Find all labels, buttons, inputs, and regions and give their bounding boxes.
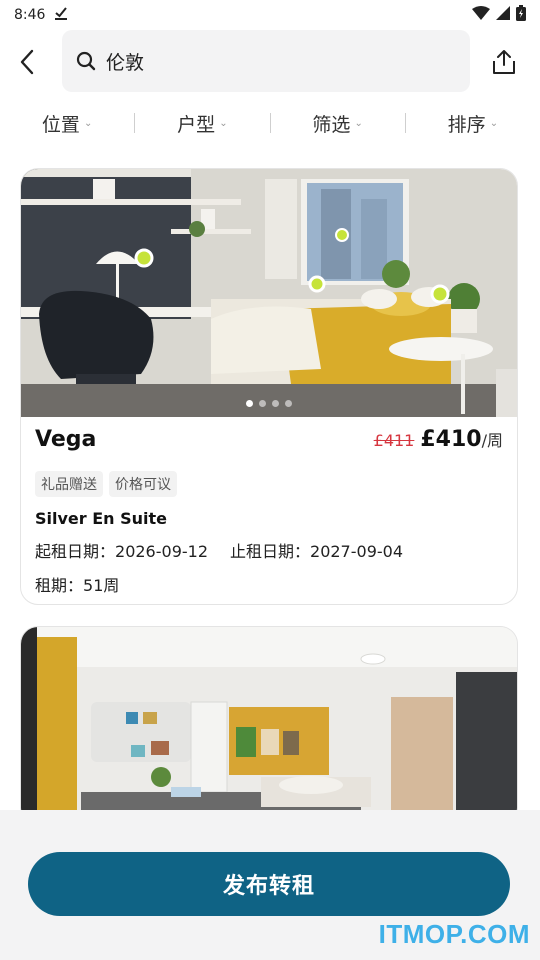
room-type: Silver En Suite (35, 509, 168, 528)
watermark: ITMOP.COM (378, 919, 530, 949)
search-query: 伦敦 (106, 51, 145, 74)
term-value: 51周 (83, 576, 120, 595)
cellular-icon (496, 6, 510, 24)
filter-label: 位置 (41, 113, 80, 136)
end-date-label: 止租日期： (230, 542, 311, 561)
listing-photo[interactable] (21, 627, 517, 825)
end-date: 止租日期：2027-09-04 (230, 538, 403, 562)
filter-location[interactable]: 位置 ⌄ (0, 110, 134, 137)
publish-sublet-button[interactable]: 发布转租 (28, 852, 510, 916)
room-photo-illustration (21, 169, 517, 417)
lease-term: 租期：51周 (35, 572, 503, 596)
filter-more[interactable]: 筛选 ⌄ (271, 110, 405, 137)
start-date-label: 起租日期： (35, 542, 116, 561)
wifi-icon (472, 6, 490, 24)
pager-dot[interactable] (272, 400, 279, 407)
download-done-icon (53, 5, 69, 25)
chevron-down-icon: ⌄ (354, 117, 363, 129)
top-bar: 伦敦 (0, 30, 540, 94)
current-price: £410 (420, 427, 482, 452)
old-price: £411 (373, 431, 415, 450)
term-label: 租期： (35, 576, 84, 595)
start-date-value: 2026-09-12 (115, 542, 208, 561)
filter-room-type[interactable]: 户型 ⌄ (135, 110, 269, 137)
price: £411 £410 /周 (374, 427, 503, 452)
tag-negotiable: 价格可议 (109, 471, 177, 497)
listing-info: Vega £411 £410 /周 礼品赠送 价格可议 Silver En Su… (21, 417, 517, 596)
listing-card[interactable]: Vega £411 £410 /周 礼品赠送 价格可议 Silver En Su… (20, 168, 518, 605)
chevron-down-icon: ⌄ (83, 117, 93, 129)
tag-gift: 礼品赠送 (35, 471, 103, 497)
filter-bar: 位置 ⌄ 户型 ⌄ 筛选 ⌄ 排序 ⌄ (0, 100, 540, 146)
listing-card[interactable] (20, 626, 518, 826)
filter-label: 户型 (177, 113, 216, 136)
listing-photo[interactable] (21, 169, 517, 417)
pager-dot[interactable] (259, 400, 266, 407)
filter-sort[interactable]: 排序 ⌄ (406, 110, 540, 137)
battery-icon (516, 5, 526, 25)
back-button[interactable] (0, 30, 54, 94)
search-icon (76, 51, 96, 71)
status-time: 8:46 (14, 7, 46, 23)
search-input[interactable]: 伦敦 (62, 30, 470, 92)
pager-dot[interactable] (246, 400, 253, 407)
date-row: 起租日期：2026-09-12 止租日期：2027-09-04 (35, 538, 503, 562)
photo-pager[interactable] (21, 400, 517, 407)
bottom-panel: 发布转租 ITMOP.COM (0, 810, 540, 960)
filter-label: 筛选 (312, 113, 351, 136)
chevron-down-icon: ⌄ (219, 117, 228, 129)
chevron-left-icon (20, 49, 34, 75)
listing-name: Vega (35, 427, 97, 452)
price-unit: /周 (481, 431, 503, 450)
tag-list: 礼品赠送 价格可议 (35, 471, 503, 497)
filter-label: 排序 (447, 113, 486, 136)
room-photo-illustration (21, 627, 517, 825)
share-icon (493, 50, 515, 74)
start-date: 起租日期：2026-09-12 (35, 538, 208, 562)
end-date-value: 2027-09-04 (310, 542, 403, 561)
status-bar: 8:46 (0, 0, 540, 30)
chevron-down-icon: ⌄ (489, 117, 499, 129)
share-button[interactable] (480, 40, 528, 84)
pager-dot[interactable] (285, 400, 292, 407)
